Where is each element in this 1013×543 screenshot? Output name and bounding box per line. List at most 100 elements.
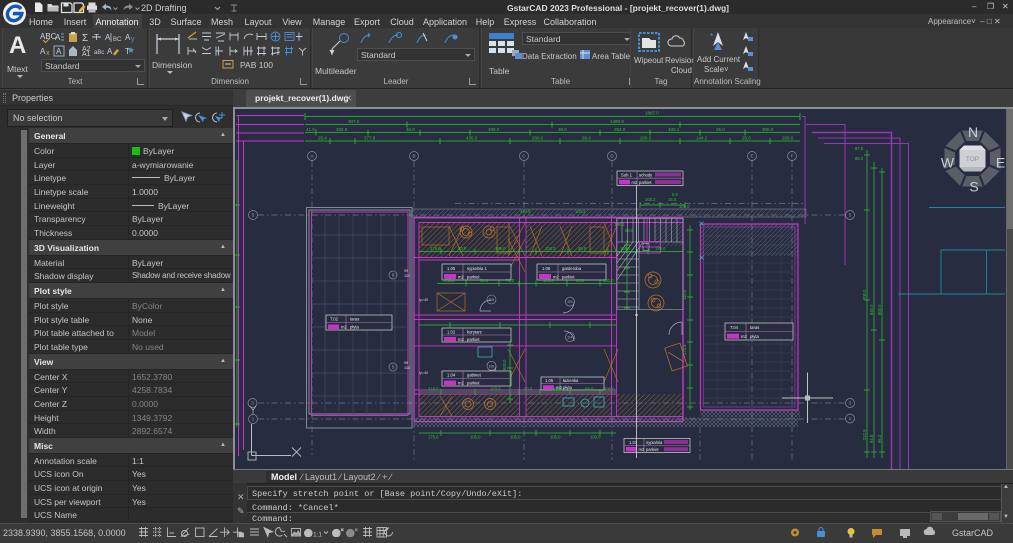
svg-text:B: B: [412, 154, 415, 159]
svg-text:39.0: 39.0: [558, 127, 567, 132]
svg-text:1480.8: 1480.8: [610, 119, 624, 124]
svg-text:płyta: płyta: [563, 385, 573, 390]
svg-text:D: D: [610, 154, 614, 159]
svg-text:1.04: 1.04: [447, 373, 456, 378]
svg-text:m2: m2: [553, 275, 559, 280]
svg-text:377.8: 377.8: [364, 136, 376, 141]
svg-text:E: E: [750, 154, 753, 159]
svg-text:100.2: 100.2: [614, 222, 625, 227]
svg-text:A: A: [310, 154, 313, 159]
svg-text:200.0: 200.0: [532, 136, 544, 141]
svg-text:88.0: 88.0: [578, 246, 587, 251]
svg-text:sypialnia: sypialnia: [646, 440, 663, 445]
svg-text:105.0: 105.0: [510, 435, 521, 440]
svg-text:175.0: 175.0: [430, 246, 441, 251]
svg-text:parkiet: parkiet: [646, 447, 659, 452]
svg-text:400.1: 400.1: [668, 127, 680, 132]
svg-text:taras: taras: [750, 325, 759, 330]
svg-text:m2: m2: [639, 447, 645, 452]
svg-text:25.0: 25.0: [742, 136, 751, 141]
svg-text:1.06: 1.06: [542, 266, 551, 271]
svg-text:D5: D5: [489, 297, 495, 302]
svg-text:158.0: 158.0: [620, 246, 631, 251]
svg-text:5.0: 5.0: [672, 192, 678, 197]
svg-text:F: F: [791, 154, 794, 159]
svg-text:200.0: 200.0: [782, 136, 794, 141]
svg-text:110: 110: [404, 366, 410, 370]
svg-text:105.0: 105.0: [470, 435, 481, 440]
svg-text:1.05: 1.05: [545, 378, 554, 383]
svg-text:E: E: [996, 155, 1005, 171]
svg-text:TOP: TOP: [966, 156, 979, 163]
svg-text:15.0: 15.0: [668, 197, 677, 202]
svg-text:ly=40: ly=40: [419, 371, 428, 375]
svg-text:ly=40: ly=40: [419, 298, 428, 302]
svg-text:gabinet: gabinet: [467, 373, 482, 378]
svg-text:200.0: 200.0: [640, 136, 652, 141]
svg-text:D5: D5: [567, 299, 573, 304]
svg-text:płyta: płyta: [350, 325, 360, 330]
svg-text:1887.0: 1887.0: [645, 111, 659, 116]
svg-text:W: W: [941, 155, 955, 171]
svg-text:800.0: 800.0: [877, 304, 882, 315]
svg-text:parkiet: parkiet: [562, 275, 575, 280]
svg-text:175.5: 175.5: [682, 344, 687, 355]
svg-text:104.0: 104.0: [545, 246, 556, 251]
svg-text:aBc: aBc: [94, 50, 104, 56]
svg-text:300.0: 300.0: [762, 127, 774, 132]
svg-text:Σ: Σ: [82, 33, 88, 44]
svg-text:185.0: 185.0: [495, 246, 506, 251]
svg-text:1.05: 1.05: [447, 266, 456, 271]
svg-text:T.04: T.04: [730, 325, 739, 330]
svg-text:140.0: 140.0: [655, 246, 666, 251]
svg-text:100.0: 100.0: [603, 278, 614, 283]
svg-text:m2: m2: [458, 381, 464, 386]
svg-text:25.4: 25.4: [318, 136, 327, 141]
svg-text:110: 110: [404, 274, 410, 278]
svg-text:m2: m2: [341, 325, 347, 330]
svg-text:m2: m2: [741, 334, 747, 339]
svg-text:94.5: 94.5: [869, 434, 874, 443]
svg-text:98: 98: [404, 361, 408, 365]
svg-text:BC: BC: [113, 37, 122, 43]
svg-text:600.0: 600.0: [502, 359, 507, 370]
svg-text:93.0: 93.0: [524, 387, 533, 392]
svg-text:115.0: 115.0: [682, 289, 687, 300]
svg-text:m2: m2: [458, 275, 464, 280]
svg-text:98.5: 98.5: [625, 228, 634, 233]
svg-text:5: 5: [252, 213, 255, 218]
svg-text:5: 5: [392, 365, 395, 370]
svg-text:T.02: T.02: [330, 317, 339, 322]
svg-text:2D Drafting: 2D Drafting: [141, 3, 187, 13]
svg-text:D6: D6: [489, 363, 495, 368]
svg-text:254.0: 254.0: [614, 127, 626, 132]
svg-text:88.0: 88.0: [576, 278, 585, 283]
svg-text:840.0: 840.0: [869, 304, 874, 315]
svg-text:A1: A1: [82, 51, 91, 58]
svg-text:x: x: [46, 50, 50, 57]
svg-text:S: S: [969, 179, 978, 195]
svg-text:C: C: [522, 154, 526, 159]
svg-text:103.2: 103.2: [575, 209, 586, 214]
svg-text:89.4: 89.4: [582, 136, 591, 141]
svg-text:99: 99: [404, 269, 408, 273]
svg-text:parkiet: parkiet: [467, 337, 480, 342]
svg-text:105.0: 105.0: [552, 387, 563, 392]
svg-text:307.0: 307.0: [348, 119, 360, 124]
svg-text:3: 3: [849, 401, 852, 406]
svg-text:A: A: [105, 33, 111, 42]
svg-text:41.0: 41.0: [306, 127, 315, 132]
svg-text:parkiet: parkiet: [467, 275, 480, 280]
svg-text:8: 8: [392, 273, 395, 278]
svg-text:400.0: 400.0: [488, 127, 500, 132]
svg-text:175.0: 175.0: [428, 435, 439, 440]
svg-text:1: 1: [849, 416, 852, 421]
svg-text:25.0: 25.0: [716, 127, 725, 132]
svg-text:100.0: 100.0: [604, 387, 615, 392]
svg-text:1.02: 1.02: [447, 330, 456, 335]
svg-text:424.0: 424.0: [520, 209, 531, 214]
svg-text:88.0: 88.0: [585, 387, 594, 392]
svg-text:80.0: 80.0: [458, 246, 467, 251]
svg-text:5: 5: [849, 213, 852, 218]
svg-text:A: A: [55, 33, 61, 42]
